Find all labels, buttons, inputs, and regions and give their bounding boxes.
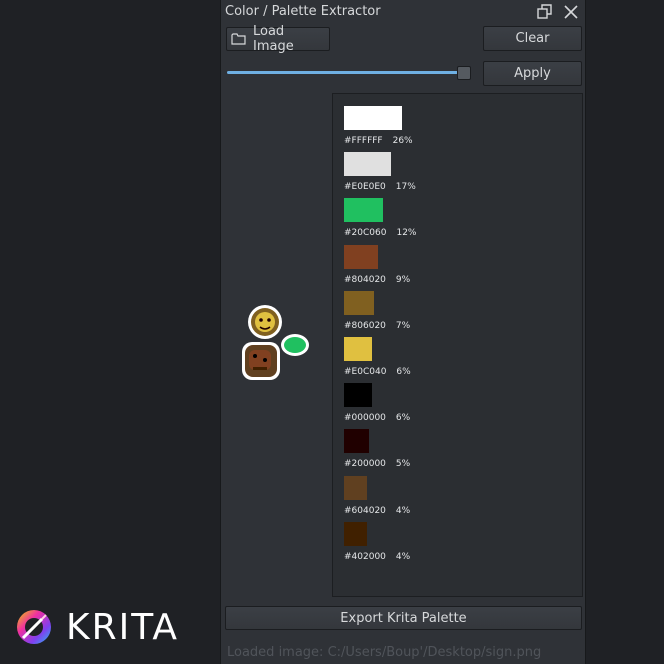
swatch-color-box (344, 152, 391, 177)
export-palette-button[interactable]: Export Krita Palette (225, 606, 582, 630)
slider-track[interactable] (227, 71, 458, 74)
palette-swatch-item[interactable]: #804020 9% (344, 244, 410, 285)
swatch-color-box (344, 290, 374, 315)
palette-swatch-item[interactable]: #604020 4% (344, 475, 410, 516)
swatch-label: #402000 4% (344, 552, 410, 562)
palette-swatch-item[interactable]: #402000 4% (344, 521, 410, 562)
image-preview (242, 305, 309, 380)
palette-swatch-item[interactable]: #E0E0E0 17% (344, 152, 416, 192)
load-image-label: Load Image (252, 24, 294, 54)
swatch-percent: 17% (395, 182, 416, 193)
palette-swatch-item[interactable]: #FFFFFF 26% (344, 106, 413, 146)
apply-label: Apply (514, 66, 551, 81)
swatch-label: #000000 6% (344, 413, 410, 423)
swatch-color-box (344, 198, 383, 223)
swatch-hex: #806020 (344, 320, 386, 331)
swatch-label: #FFFFFF 26% (344, 136, 413, 146)
docker-titlebar: Color / Palette Extractor (221, 0, 585, 24)
swatch-color-box (344, 106, 402, 130)
swatch-label: #804020 9% (344, 275, 410, 285)
float-window-icon[interactable] (535, 3, 553, 21)
swatch-hex: #E0E0E0 (344, 182, 386, 193)
swatch-percent: 26% (392, 136, 413, 146)
swatch-hex: #000000 (344, 413, 386, 424)
clear-button[interactable]: Clear (483, 26, 582, 51)
swatch-hex: #604020 (344, 505, 386, 516)
docker-title: Color / Palette Extractor (225, 4, 381, 19)
palette-swatch-list: #FFFFFF 26% #E0E0E0 17% #20C060 12% #804020 9% #… (332, 93, 583, 597)
load-image-button[interactable]: Load Image (226, 24, 330, 54)
swatch-hex: #20C060 (344, 228, 387, 239)
swatch-label: #604020 4% (344, 506, 410, 516)
swatch-percent: 4% (395, 551, 411, 562)
palette-extractor-docker: Color / Palette Extractor Load Image Cle… (220, 0, 586, 664)
swatch-label: #20C060 12% (344, 228, 416, 238)
swatch-hex: #804020 (344, 274, 386, 285)
swatch-percent: 7% (395, 320, 411, 331)
swatch-hex: #E0C040 (344, 367, 387, 377)
swatch-color-box (344, 521, 367, 546)
krita-wordmark: KRITA (66, 607, 180, 648)
swatch-color-box (344, 429, 369, 454)
palette-swatch-item[interactable]: #E0C040 6% (344, 337, 411, 377)
palette-swatch-item[interactable]: #000000 6% (344, 383, 410, 423)
krita-logo: KRITA (14, 605, 177, 649)
export-palette-label: Export Krita Palette (340, 610, 467, 626)
close-icon[interactable] (562, 3, 580, 21)
swatch-percent: 5% (395, 459, 411, 470)
swatch-percent: 9% (395, 274, 411, 285)
swatch-percent: 4% (395, 505, 411, 516)
swatch-hex: #402000 (344, 551, 386, 562)
swatch-label: #806020 7% (344, 321, 410, 331)
folder-icon (231, 33, 246, 45)
palette-swatch-item[interactable]: #200000 5% (344, 429, 410, 469)
status-text: Loaded image: C:/Users/Boup'/Desktop/sig… (227, 645, 542, 660)
swatch-color-box (344, 383, 372, 408)
apply-button[interactable]: Apply (483, 61, 582, 86)
clear-label: Clear (515, 31, 550, 46)
swatch-label: #200000 5% (344, 459, 410, 469)
swatch-hex: #200000 (344, 459, 386, 470)
swatch-percent: 6% (396, 367, 411, 377)
swatch-color-box (344, 337, 372, 361)
palette-swatch-item[interactable]: #806020 7% (344, 290, 410, 331)
swatch-color-box (344, 475, 367, 500)
slider-handle[interactable] (456, 66, 471, 80)
palette-swatch-item[interactable]: #20C060 12% (344, 198, 416, 238)
swatch-percent: 12% (396, 228, 417, 239)
swatch-percent: 6% (395, 413, 411, 424)
swatch-label: #E0C040 6% (344, 367, 411, 377)
krita-logo-icon (17, 610, 51, 644)
swatch-label: #E0E0E0 17% (344, 182, 416, 192)
swatch-hex: #FFFFFF (344, 136, 383, 146)
swatch-color-box (344, 244, 378, 269)
